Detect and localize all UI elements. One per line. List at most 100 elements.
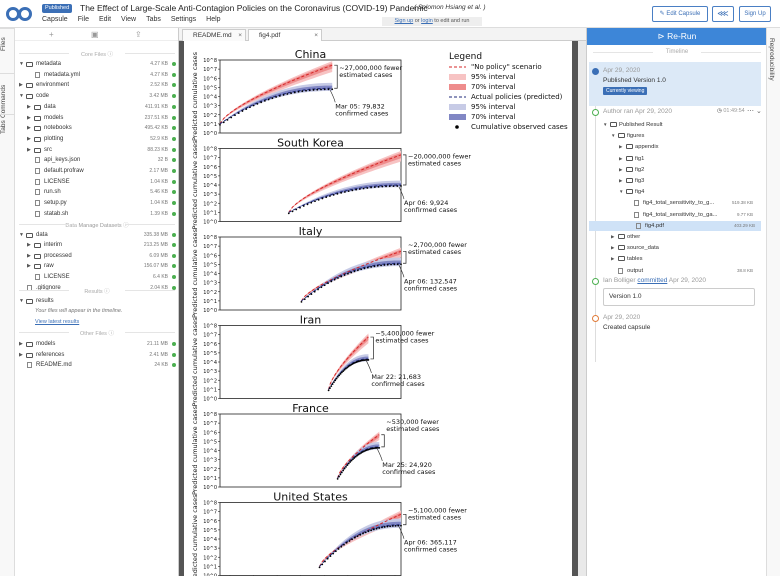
manage-datasets-link[interactable]: Manage Datasets bbox=[77, 223, 121, 229]
result-tree-item[interactable]: fig4_total_sensitivity_to_g... 519.38 KB bbox=[587, 198, 759, 208]
y-tick-label: 10^4 bbox=[203, 360, 217, 366]
result-tree-item[interactable]: output 38.8 KB bbox=[587, 266, 759, 276]
chevron-right-icon[interactable]: ▶ bbox=[619, 154, 622, 164]
chevron-right-icon[interactable]: ▶ bbox=[27, 240, 31, 250]
file-row[interactable]: statab.sh 1.39 KB bbox=[15, 209, 179, 219]
result-tree-item[interactable]: ▶ tables bbox=[587, 254, 759, 264]
chevron-right-icon[interactable]: ▶ bbox=[19, 80, 23, 90]
result-tree-item[interactable]: fig4_total_sensitivity_to_ga... 9.77 KB bbox=[587, 210, 759, 220]
tab-reproducibility[interactable]: Reproducibility bbox=[768, 38, 775, 81]
chevron-down-icon[interactable]: ▼ bbox=[19, 230, 24, 240]
observed-point bbox=[364, 531, 367, 534]
chevron-down-icon[interactable]: ▼ bbox=[19, 91, 24, 101]
tab-readme[interactable]: README.md × bbox=[182, 29, 246, 41]
chevron-right-icon[interactable]: ▶ bbox=[27, 113, 31, 123]
file-row[interactable]: ▶ environment 2.52 KB bbox=[15, 80, 179, 90]
tab-fig4-pdf[interactable]: fig4.pdf × bbox=[248, 29, 322, 41]
login-link[interactable]: login bbox=[421, 18, 433, 24]
chevron-down-icon[interactable]: ▼ bbox=[19, 296, 24, 306]
file-row[interactable]: LICENSE 6.4 KB bbox=[15, 272, 179, 282]
rerun-button[interactable]: ⊳ Re-Run bbox=[587, 28, 767, 45]
file-row[interactable]: ▼ metadata 4.27 KB bbox=[15, 59, 179, 69]
chevron-right-icon[interactable]: ▶ bbox=[27, 145, 31, 155]
chevron-down-icon[interactable]: ▼ bbox=[611, 131, 615, 141]
menu-help[interactable]: Help bbox=[206, 16, 220, 23]
file-row[interactable]: ▶ data 411.91 KB bbox=[15, 102, 179, 112]
result-tree-item[interactable]: ▶ fig2 bbox=[587, 165, 759, 175]
file-row[interactable]: ▼ data 335.38 MB bbox=[15, 230, 179, 240]
chevron-right-icon[interactable]: ▶ bbox=[27, 123, 31, 133]
observed-point bbox=[373, 265, 376, 268]
folder-icon bbox=[34, 243, 41, 248]
result-tree-item[interactable]: ▼ Published Result bbox=[587, 120, 759, 130]
version-box[interactable]: Version 1.0 bbox=[603, 288, 755, 306]
edit-capsule-button[interactable]: ✎ Edit Capsule bbox=[652, 6, 708, 22]
chevron-right-icon[interactable]: ▶ bbox=[611, 243, 614, 253]
observed-point bbox=[336, 477, 339, 480]
signup-link[interactable]: Sign up bbox=[395, 18, 414, 24]
result-tree-item[interactable]: ▶ source_data bbox=[587, 243, 759, 253]
chevron-right-icon[interactable]: ▶ bbox=[27, 134, 31, 144]
menu-view[interactable]: View bbox=[121, 16, 136, 23]
result-tree-item[interactable]: fig4.pdf 403.29 KB bbox=[589, 220, 761, 231]
menu-capsule[interactable]: Capsule bbox=[42, 16, 68, 23]
file-row[interactable]: ▶ interim 213.25 MB bbox=[15, 240, 179, 250]
chevron-right-icon[interactable]: ▶ bbox=[619, 142, 622, 152]
new-file-icon[interactable]: + bbox=[49, 30, 54, 39]
file-row[interactable]: default.profraw 2.17 MB bbox=[15, 166, 179, 176]
chevron-down-icon[interactable]: ▼ bbox=[603, 120, 607, 130]
chevron-right-icon[interactable]: ▶ bbox=[611, 232, 614, 242]
result-tree-item[interactable]: ▼ fig4 bbox=[587, 187, 759, 197]
file-row[interactable]: ▶ models 237.51 KB bbox=[15, 113, 179, 123]
chevron-right-icon[interactable]: ▶ bbox=[619, 176, 622, 186]
close-icon[interactable]: × bbox=[314, 30, 318, 41]
file-row[interactable]: ▶ references 2.41 MB bbox=[15, 350, 179, 360]
file-row[interactable]: metadata.yml 4.27 KB bbox=[15, 70, 179, 80]
file-row[interactable]: ▼ code 3.42 MB bbox=[15, 91, 179, 101]
chevron-right-icon[interactable]: ▶ bbox=[19, 339, 23, 349]
sign-up-button[interactable]: Sign Up bbox=[739, 6, 771, 22]
file-row[interactable]: ▼ results bbox=[15, 296, 179, 306]
committed-link[interactable]: committed bbox=[637, 277, 667, 284]
menu-file[interactable]: File bbox=[78, 16, 89, 23]
tab-tabs[interactable]: Tabs bbox=[0, 114, 15, 140]
chevron-down-icon[interactable]: ▼ bbox=[619, 187, 623, 197]
file-row[interactable]: setup.py 1.04 KB bbox=[15, 198, 179, 208]
new-folder-icon[interactable]: ▣ bbox=[91, 30, 99, 39]
upload-icon[interactable]: ⇪ bbox=[135, 30, 142, 39]
result-tree-item[interactable]: ▼ figures bbox=[587, 131, 759, 141]
tab-files[interactable]: Files bbox=[0, 28, 15, 60]
result-tree-item[interactable]: ▶ fig1 bbox=[587, 154, 759, 164]
file-row[interactable]: run.sh 5.46 KB bbox=[15, 187, 179, 197]
file-name: code bbox=[36, 93, 50, 100]
menu-edit[interactable]: Edit bbox=[99, 16, 111, 23]
code-ocean-logo[interactable] bbox=[6, 5, 32, 23]
file-row[interactable]: ▶ raw 156.07 MB bbox=[15, 261, 179, 271]
result-tree-item[interactable]: ▶ appendix bbox=[587, 142, 759, 152]
menu-settings[interactable]: Settings bbox=[171, 16, 196, 23]
result-tree-item[interactable]: ▶ fig3 bbox=[587, 176, 759, 186]
file-row[interactable]: LICENSE 1.04 KB bbox=[15, 177, 179, 187]
run-more-icon[interactable]: ⋯ ⌄ bbox=[747, 107, 762, 115]
chevron-right-icon[interactable]: ▶ bbox=[27, 261, 31, 271]
menu-tabs[interactable]: Tabs bbox=[146, 16, 161, 23]
share-button[interactable]: ⋘ bbox=[712, 6, 734, 22]
view-latest-results-link[interactable]: View latest results bbox=[35, 319, 79, 325]
chevron-right-icon[interactable]: ▶ bbox=[27, 251, 31, 261]
close-icon[interactable]: × bbox=[238, 30, 242, 41]
file-row[interactable]: ▶ src 88.23 KB bbox=[15, 145, 179, 155]
file-row[interactable]: ▶ plotting 52.9 KB bbox=[15, 134, 179, 144]
chevron-down-icon[interactable]: ▼ bbox=[19, 59, 24, 69]
file-row[interactable]: ▶ processed 6.09 MB bbox=[15, 251, 179, 261]
result-tree-item[interactable]: ▶ other bbox=[587, 232, 759, 242]
file-row[interactable]: ▶ models 21.11 MB bbox=[15, 339, 179, 349]
chevron-right-icon[interactable]: ▶ bbox=[611, 254, 614, 264]
file-row[interactable]: api_keys.json 32 B bbox=[15, 155, 179, 165]
file-row[interactable]: README.md 24 KB bbox=[15, 360, 179, 370]
chevron-right-icon[interactable]: ▶ bbox=[19, 350, 23, 360]
capsule-authors[interactable]: ( Solomon Hsiang et al. ) bbox=[414, 4, 486, 11]
viewer-scrollbar[interactable] bbox=[578, 41, 586, 576]
file-row[interactable]: ▶ notebooks 495.42 KB bbox=[15, 123, 179, 133]
chevron-right-icon[interactable]: ▶ bbox=[619, 165, 622, 175]
chevron-right-icon[interactable]: ▶ bbox=[27, 102, 31, 112]
